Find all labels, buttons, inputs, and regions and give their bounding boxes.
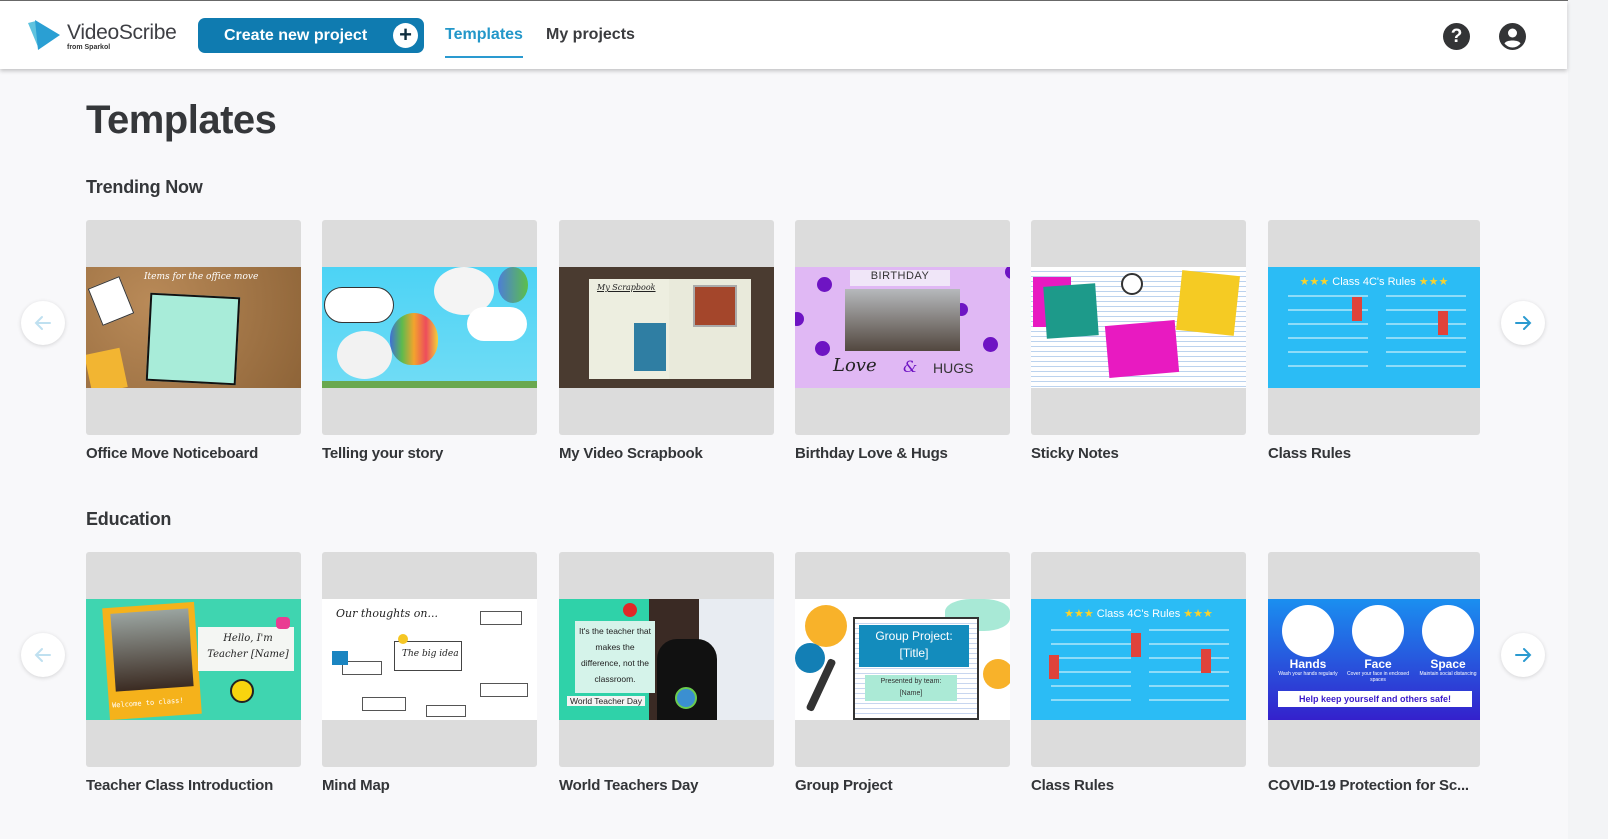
art-love: Love (833, 355, 877, 376)
art-quote: It's the teacher that makes the differen… (578, 626, 652, 684)
create-button-label: Create new project (224, 26, 368, 44)
template-thumbnail: BIRTHDAY Love & HUGS (795, 220, 1010, 435)
template-title: Birthday Love & Hugs (795, 445, 948, 462)
template-thumbnail (1031, 220, 1246, 435)
template-thumbnail: Hello, I'm Teacher [Name] Welcome to cla… (86, 552, 301, 767)
template-title: Teacher Class Introduction (86, 777, 274, 794)
template-card[interactable]: ★★★ Class 4C's Rules ★★★ Class Rules (1268, 220, 1480, 462)
tab-templates[interactable]: Templates (445, 26, 523, 58)
logo-name: VideoScribe (67, 21, 177, 44)
art-hugs: HUGS (933, 360, 974, 376)
template-title: Class Rules (1031, 777, 1114, 794)
template-card[interactable]: BIRTHDAY Love & HUGS Birthday Love & Hug… (795, 220, 1010, 462)
template-thumbnail: Our thoughts on... The big idea (322, 552, 537, 767)
plus-icon: + (393, 23, 418, 48)
template-thumbnail: Items for the office move (86, 220, 301, 435)
art-face-sub: Cover your face in enclosed spaces (1347, 671, 1409, 683)
arrow-right-icon (1515, 316, 1532, 330)
template-title: Office Move Noticeboard (86, 445, 259, 462)
art-greeting: Hello, I'm Teacher [Name] (207, 633, 289, 660)
template-thumbnail: ★★★ Class 4C's Rules ★★★ (1031, 552, 1246, 767)
template-title: COVID-19 Protection for Sc... (1268, 777, 1469, 794)
art-title: Group Project: [Title] (875, 629, 953, 660)
section-title-trending: Trending Now (86, 177, 203, 197)
user-silhouette-icon (1504, 28, 1521, 48)
template-thumbnail: ★★★ Class 4C's Rules ★★★ (1268, 220, 1480, 435)
template-card[interactable]: Group Project: [Title] Presented by team… (795, 552, 1010, 794)
arrow-left-icon (34, 316, 51, 330)
art-face: Face (1364, 657, 1392, 671)
template-thumbnail: My Scrapbook (559, 220, 774, 435)
top-nav-bar: VideoScribe from Sparkol Create new proj… (0, 1, 1567, 69)
art-hands-sub: Wash your hands regularly (1278, 671, 1338, 677)
art-caption: Items for the office move (144, 272, 259, 282)
arrow-right-icon (1515, 648, 1532, 662)
art-ampersand: & (903, 357, 918, 376)
education-carousel: Hello, I'm Teacher [Name] Welcome to cla… (86, 552, 1480, 812)
art-team: Presented by team: [Name] (865, 675, 957, 701)
arrow-left-icon (34, 648, 51, 662)
trending-next-button[interactable] (1501, 301, 1545, 345)
art-heading: ★★★ Class 4C's Rules ★★★ (1299, 276, 1449, 288)
section-title-education: Education (86, 509, 172, 529)
page-title: Templates (86, 98, 277, 142)
art-caption: World Teacher Day (567, 696, 645, 706)
art-heading: My Scrapbook (597, 283, 656, 292)
trending-carousel: Items for the office move Office Move No… (86, 220, 1480, 480)
template-card[interactable]: Our thoughts on... The big idea Mind Map (322, 552, 537, 794)
tab-my-projects[interactable]: My projects (546, 26, 635, 44)
template-title: Sticky Notes (1031, 445, 1119, 462)
template-card[interactable]: Hello, I'm Teacher [Name] Welcome to cla… (86, 552, 301, 794)
template-thumbnail: Group Project: [Title] Presented by team… (795, 552, 1010, 767)
art-banner: Help keep yourself and others safe! (1278, 691, 1472, 707)
template-title: Mind Map (322, 777, 390, 794)
art-heading: Our thoughts on... (336, 607, 438, 620)
education-prev-button[interactable] (21, 633, 65, 677)
template-card[interactable]: Items for the office move Office Move No… (86, 220, 301, 462)
art-heading: ★★★ Class 4C's Rules ★★★ (1064, 608, 1213, 620)
help-icon[interactable]: ? (1443, 23, 1470, 50)
art-center: The big idea (402, 649, 459, 659)
template-title: Telling your story (322, 445, 444, 462)
template-title: World Teachers Day (559, 777, 699, 794)
education-next-button[interactable] (1501, 633, 1545, 677)
template-thumbnail (322, 220, 537, 435)
art-hands: Hands (1289, 657, 1327, 671)
account-icon[interactable] (1499, 23, 1526, 50)
logo-subtitle: from Sparkol (67, 44, 111, 51)
logo-play-icon (28, 20, 60, 50)
template-title: My Video Scrapbook (559, 445, 703, 462)
template-card[interactable]: Telling your story (322, 220, 537, 462)
template-card[interactable]: ★★★ Class 4C's Rules ★★★ Class Rules (1031, 552, 1246, 794)
template-thumbnail: Hands Wash your hands regularly Face Cov… (1268, 552, 1480, 767)
create-new-project-button[interactable]: Create new project + (198, 18, 424, 53)
videoscribe-logo[interactable]: VideoScribe from Sparkol (26, 19, 177, 51)
template-card[interactable]: It's the teacher that makes the differen… (559, 552, 774, 794)
template-title: Class Rules (1268, 445, 1351, 462)
template-title: Group Project (795, 777, 893, 794)
art-heading: BIRTHDAY (850, 270, 950, 286)
art-space: Space (1430, 657, 1466, 671)
template-thumbnail: It's the teacher that makes the differen… (559, 552, 774, 767)
art-space-sub: Maintain social distancing (1419, 671, 1477, 677)
template-card[interactable]: My Scrapbook My Video Scrapbook (559, 220, 774, 462)
template-card[interactable]: Sticky Notes (1031, 220, 1246, 462)
trending-prev-button[interactable] (21, 301, 65, 345)
template-card[interactable]: Hands Wash your hands regularly Face Cov… (1268, 552, 1480, 794)
window-gutter (1568, 0, 1608, 839)
